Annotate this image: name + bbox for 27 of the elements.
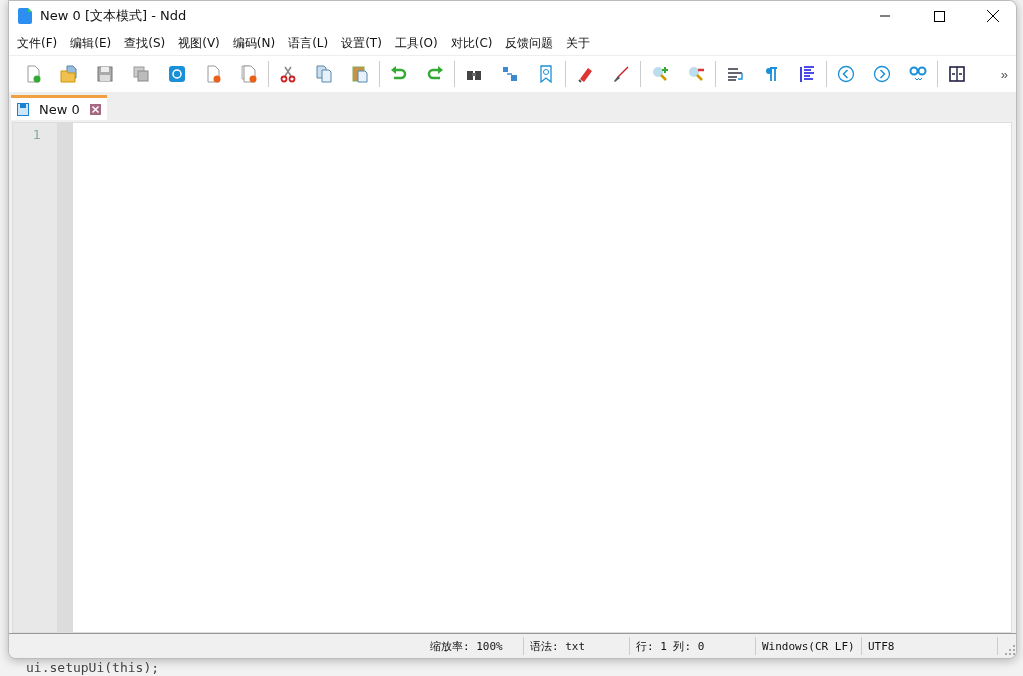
resize-grip-icon[interactable] bbox=[1004, 644, 1016, 656]
status-field: UTF8 bbox=[862, 637, 998, 655]
menu-item[interactable]: 文件(F) bbox=[11, 31, 64, 55]
close-icon bbox=[987, 10, 999, 22]
status-field: 语法: txt bbox=[524, 637, 630, 655]
line-number: 1 bbox=[31, 127, 41, 142]
menu-item[interactable]: 编辑(E) bbox=[64, 31, 118, 55]
maximize-icon bbox=[933, 10, 945, 22]
menu-item[interactable]: 设置(T) bbox=[335, 31, 388, 55]
menu-item[interactable]: 反馈问题 bbox=[499, 31, 560, 55]
close-icon[interactable] bbox=[89, 103, 101, 115]
window-title: New 0 [文本模式] - Ndd bbox=[40, 7, 188, 25]
status-field: Windows(CR LF) bbox=[756, 637, 862, 655]
menu-item[interactable]: 编码(N) bbox=[226, 31, 282, 55]
menu-item[interactable]: 关于 bbox=[560, 31, 597, 55]
menu-item[interactable]: 语言(L) bbox=[282, 31, 335, 55]
menu-item[interactable]: 对比(C) bbox=[444, 31, 499, 55]
save-icon bbox=[17, 102, 29, 116]
menu-item[interactable]: 视图(V) bbox=[172, 31, 226, 55]
status-field: 缩放率: 100% bbox=[424, 637, 524, 655]
menu-item[interactable]: 工具(O) bbox=[388, 31, 444, 55]
toolbar-overflow-button[interactable]: » bbox=[996, 64, 1012, 84]
file-tab[interactable]: New 0 bbox=[11, 95, 107, 120]
menu-item[interactable]: 查找(S) bbox=[118, 31, 172, 55]
status-field: 行: 1 列: 0 bbox=[630, 637, 756, 655]
text-file-icon bbox=[18, 8, 32, 24]
code-line: ui.setupUi(this); bbox=[26, 660, 160, 675]
